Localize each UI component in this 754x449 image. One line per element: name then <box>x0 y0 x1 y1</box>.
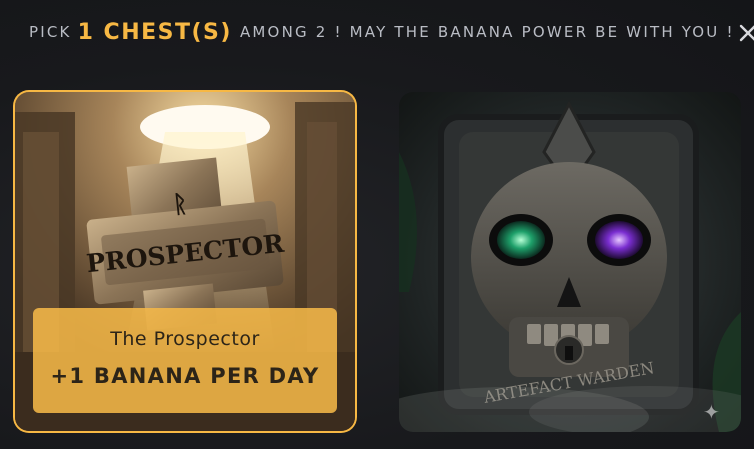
chest-card-prospector[interactable]: PROSPECTOR ᚱ The Prospector +1 BANANA PE… <box>15 92 355 431</box>
chest-bonus: +1 BANANA PER DAY <box>50 364 320 388</box>
chest-name: The Prospector <box>110 328 260 350</box>
svg-text:ᚱ: ᚱ <box>171 188 188 218</box>
chest-card-artefact-warden[interactable]: ARTEFACT WARDEN ✦ <box>399 92 741 432</box>
close-button[interactable] <box>737 22 754 44</box>
chest-info-panel: The Prospector +1 BANANA PER DAY <box>33 308 337 413</box>
header-chest-count: 1 CHEST(S) <box>77 19 232 45</box>
close-icon <box>739 24 754 42</box>
page-header: PICK 1 CHEST(S) AMONG 2 ! MAY THE BANANA… <box>29 14 735 50</box>
artefact-warden-artwork: ARTEFACT WARDEN <box>399 92 741 432</box>
header-suffix: AMONG 2 ! MAY THE BANANA POWER BE WITH Y… <box>239 23 735 41</box>
sparkle-icon: ✦ <box>703 400 720 424</box>
header-prefix: PICK <box>29 23 72 41</box>
